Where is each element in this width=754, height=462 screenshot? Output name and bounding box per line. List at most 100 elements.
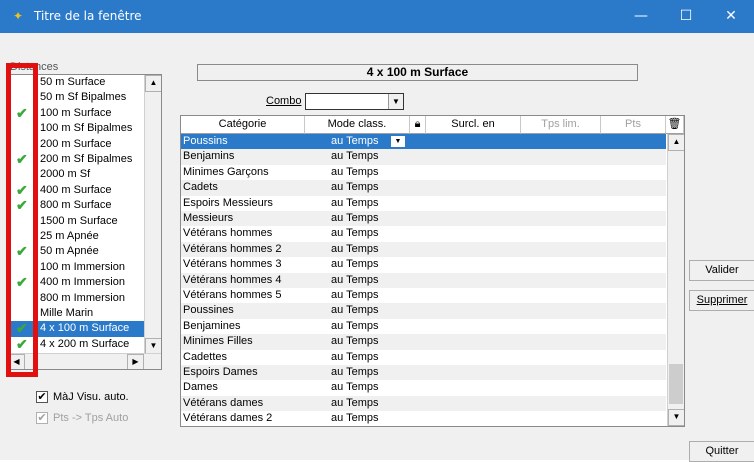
mode-cell[interactable]: au Temps [331,380,379,395]
scroll-thumb[interactable] [669,364,683,404]
mode-cell[interactable]: au Temps [331,396,379,411]
header-mode[interactable]: Mode class. [305,116,410,134]
list-item-label: 200 m Surface [40,137,112,150]
header-overclass[interactable]: Surcl. en [426,116,521,134]
table-row[interactable]: Cadets au Temps [181,180,666,196]
mode-cell[interactable]: au Temps [331,411,379,426]
category-cell: Minimes Garçons [183,165,269,178]
mode-cell[interactable]: au Temps [331,288,379,303]
mode-cell[interactable]: au Temps [331,211,379,226]
scroll-right-icon[interactable]: ▶ [127,354,144,369]
mode-cell[interactable]: au Temps [331,196,379,211]
combo-label: Combo [266,95,302,107]
points-to-time-checkbox: ✔ Pts -> Tps Auto [36,412,129,425]
mode-cell[interactable]: au Temps [331,242,379,257]
highlight-box [6,63,38,377]
category-cell: Cadettes [183,350,228,363]
grid-vertical-scrollbar[interactable]: ▲ ▼ [667,134,684,426]
category-cell: Benjamins [183,150,235,163]
table-row[interactable]: Espoirs Dames au Temps [181,365,666,381]
table-row[interactable]: Messieurs au Temps [181,211,666,227]
grid-header: Catégorie Mode class. 🔒︎ Surcl. en Tps l… [181,116,684,134]
table-row[interactable]: Vétérans hommes 4 au Temps [181,272,666,288]
category-cell: Poussines [183,304,234,317]
points-to-time-label: Pts -> Tps Auto [53,412,129,424]
list-item-label: Mille Marin [40,307,94,319]
category-cell: Vétérans hommes 3 [183,258,282,271]
list-item-label: 25 m Apnée [40,230,99,242]
header-time-limit[interactable]: Tps lim. [521,116,601,134]
table-row[interactable]: Poussins au Temps ▼ [181,134,666,150]
table-row[interactable]: Vétérans hommes 5 au Temps [181,288,666,303]
mode-cell[interactable]: au Temps [331,149,379,164]
list-item-label: 200 m Sf Bipalmes [40,153,133,165]
auto-update-checkbox[interactable]: ✔ MàJ Visu. auto. [36,391,129,404]
table-row[interactable]: Espoirs Messieurs au Temps [181,196,666,211]
validate-button[interactable]: Valider [689,260,754,281]
quit-button[interactable]: Quitter [689,441,754,462]
table-row[interactable]: Poussines au Temps [181,303,666,319]
table-row[interactable]: Cadettes au Temps [181,350,666,365]
mode-cell[interactable]: au Temps [331,319,379,334]
event-banner: 4 x 100 m Surface [197,64,638,81]
list-item-label: 4 x 200 m Surface [40,337,130,350]
list-item-label: 1500 m Surface [40,214,118,227]
list-item-label: 800 m Surface [40,199,112,212]
list-item-label: 100 m Surface [40,106,112,119]
list-item-label: 2000 m Sf [40,168,91,181]
table-row[interactable]: Benjamins au Temps [181,149,666,165]
header-category[interactable]: Catégorie [181,116,305,134]
header-points[interactable]: Pts [601,116,666,134]
scroll-up-icon[interactable]: ▲ [145,75,161,92]
minimize-button[interactable]: — [618,0,664,33]
category-cell: Dames [183,381,218,394]
window-title: Titre de la fenêtre [34,9,142,23]
table-row[interactable]: Vétérans dames au Temps [181,395,666,412]
table-row[interactable]: Minimes Garçons au Temps [181,165,666,180]
table-row[interactable]: Minimes Filles au Temps [181,334,666,350]
list-item-label: 100 m Sf Bipalmes [40,122,133,135]
list-vertical-scrollbar[interactable]: ▲ ▼ [144,75,161,355]
mode-cell[interactable]: au Temps [331,226,379,241]
delete-button[interactable]: Supprimer [689,290,754,311]
category-cell: Minimes Filles [183,335,253,348]
table-row[interactable]: Vétérans hommes 3 au Temps [181,257,666,272]
scroll-down-icon[interactable]: ▼ [668,409,684,426]
checkbox-box[interactable]: ✔ [36,391,48,404]
chevron-down-icon[interactable]: ▼ [391,136,405,147]
mode-cell[interactable]: au Temps [331,365,379,380]
mode-cell[interactable]: au Temps [331,273,379,288]
app-icon: ✦ [13,9,24,23]
mode-cell[interactable]: au Temps [331,165,379,180]
scroll-up-icon[interactable]: ▲ [668,134,684,151]
close-button[interactable]: ✕ [708,0,754,33]
category-grid[interactable]: Catégorie Mode class. 🔒︎ Surcl. en Tps l… [180,115,685,427]
table-row[interactable]: Vétérans hommes 2 au Temps [181,241,666,258]
category-cell: Benjamines [183,319,241,332]
category-cell: Messieurs [183,212,234,224]
table-row[interactable]: Vétérans hommes au Temps [181,226,666,241]
maximize-button[interactable]: ☐ [663,0,709,33]
mode-cell[interactable]: au Temps [331,303,379,318]
table-row[interactable]: Benjamines au Temps [181,319,666,334]
category-cell: Vétérans hommes 4 [183,273,282,286]
category-cell: Cadets [183,181,218,194]
list-item-label: 50 m Apnée [40,245,99,258]
trash-icon[interactable]: 🗑︎ [666,116,684,134]
category-cell: Vétérans dames [183,396,264,409]
list-item-label: 800 m Immersion [40,291,125,304]
chevron-down-icon[interactable]: ▼ [388,94,403,109]
checkbox-box: ✔ [36,412,48,425]
combo-select[interactable]: ▼ [305,93,404,110]
category-cell: Poussins [183,135,228,147]
mode-cell[interactable]: au Temps [331,134,379,149]
mode-cell[interactable]: au Temps [331,180,379,195]
mode-cell[interactable]: au Temps [331,350,379,365]
list-item-label: 50 m Sf Bipalmes [40,91,127,104]
title-bar: ✦ Titre de la fenêtre — ☐ ✕ [0,0,754,33]
table-row[interactable]: Dames au Temps [181,380,666,395]
mode-cell[interactable]: au Temps [331,257,379,272]
table-row[interactable]: Vétérans dames 2 au Temps [181,411,666,426]
mode-cell[interactable]: au Temps [331,334,379,349]
lock-icon[interactable]: 🔒︎ [410,116,426,134]
